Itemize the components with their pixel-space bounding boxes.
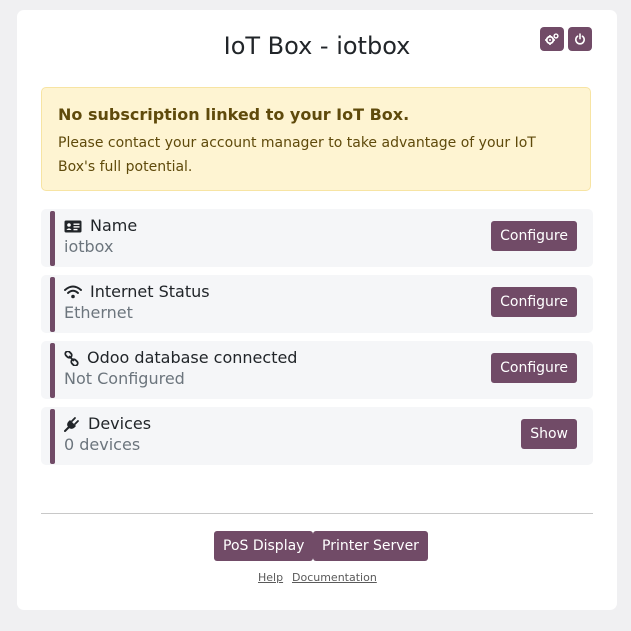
wifi-icon bbox=[64, 285, 82, 299]
row-label: Internet Status bbox=[90, 282, 210, 301]
internet-status-row: Internet Status Ethernet Configure bbox=[41, 275, 593, 333]
row-accent-bar bbox=[50, 343, 55, 398]
plug-icon bbox=[64, 416, 80, 432]
link-icon bbox=[64, 350, 79, 366]
documentation-link[interactable]: Documentation bbox=[292, 571, 377, 584]
subscription-alert: No subscription linked to your IoT Box. … bbox=[41, 87, 591, 191]
row-value: 0 devices bbox=[64, 435, 141, 454]
row-label: Devices bbox=[88, 414, 152, 433]
name-row-label: Name bbox=[64, 216, 137, 236]
show-devices-button[interactable]: Show bbox=[521, 419, 577, 449]
configure-database-button[interactable]: Configure bbox=[491, 353, 577, 383]
alert-text: Please contact your account manager to t… bbox=[58, 135, 536, 175]
row-accent-bar bbox=[50, 211, 55, 266]
database-row-label: Odoo database connected bbox=[64, 348, 297, 368]
power-icon bbox=[574, 33, 586, 45]
row-label: Odoo database connected bbox=[87, 348, 298, 367]
gears-icon bbox=[545, 33, 559, 45]
help-link[interactable]: Help bbox=[258, 571, 283, 584]
row-value: Ethernet bbox=[64, 303, 133, 322]
internet-row-label: Internet Status bbox=[64, 282, 210, 302]
printer-server-button[interactable]: Printer Server bbox=[313, 531, 428, 561]
power-button[interactable] bbox=[568, 27, 592, 51]
iot-box-card: IoT Box - iotbox No subscription linked … bbox=[17, 10, 617, 610]
devices-row-label: Devices bbox=[64, 414, 151, 434]
row-accent-bar bbox=[50, 277, 55, 332]
name-row: Name iotbox Configure bbox=[41, 209, 593, 267]
settings-button[interactable] bbox=[540, 27, 564, 51]
divider bbox=[41, 513, 593, 514]
configure-name-button[interactable]: Configure bbox=[491, 221, 577, 251]
row-value: Not Configured bbox=[64, 369, 185, 388]
alert-title: No subscription linked to your IoT Box. bbox=[58, 105, 410, 124]
row-value: iotbox bbox=[64, 237, 114, 256]
row-label: Name bbox=[90, 216, 138, 235]
database-row: Odoo database connected Not Configured C… bbox=[41, 341, 593, 399]
pos-display-button[interactable]: PoS Display bbox=[214, 531, 314, 561]
configure-internet-button[interactable]: Configure bbox=[491, 287, 577, 317]
id-card-icon bbox=[64, 220, 82, 233]
row-accent-bar bbox=[50, 409, 55, 464]
devices-row: Devices 0 devices Show bbox=[41, 407, 593, 465]
page-title: IoT Box - iotbox bbox=[223, 32, 411, 60]
